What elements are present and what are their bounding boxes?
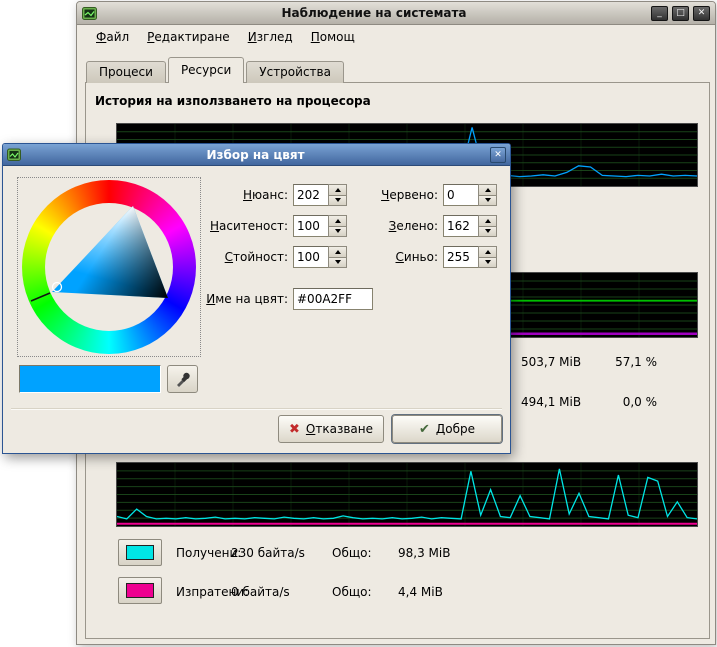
cancel-x-icon: ✖ [289, 422, 300, 437]
sent-total-label: Общо: [332, 585, 372, 599]
color-picker-dialog: Избор на цвят ✕ [2, 143, 511, 454]
memory-used-value: 503,7 MiB [521, 355, 581, 369]
sent-rate: 0 байта/s [231, 585, 290, 599]
tab-strip: Процеси Ресурси Устройства [86, 57, 346, 83]
dialog-titlebar[interactable]: Избор на цвят ✕ [3, 144, 510, 166]
red-label: Червено: [338, 184, 438, 206]
received-rate: 230 байта/s [231, 546, 305, 560]
green-step-down[interactable] [478, 226, 497, 238]
minimize-button[interactable]: _ [651, 6, 668, 21]
blue-step-up[interactable] [478, 246, 497, 257]
green-input[interactable] [443, 215, 478, 237]
green-spinbox [443, 215, 497, 237]
blue-step-down[interactable] [478, 257, 497, 269]
window-title: Наблюдение на системата [101, 6, 647, 20]
saturation-input[interactable] [293, 215, 328, 237]
green-step-up[interactable] [478, 215, 497, 226]
sent-color-button[interactable] [118, 577, 162, 604]
dialog-close-icon: ✕ [494, 150, 502, 160]
ok-button[interactable]: ✔ Добре [392, 415, 502, 443]
ok-check-icon: ✔ [419, 422, 430, 437]
swap-used-value: 494,1 MiB [521, 395, 581, 409]
network-history-chart [116, 462, 698, 527]
maximize-button[interactable]: □ [672, 6, 689, 21]
minimize-icon: _ [657, 7, 662, 20]
blue-input[interactable] [443, 246, 478, 268]
maximize-icon: □ [676, 7, 685, 20]
color-name-label: Име на цвят: [188, 288, 288, 310]
swap-percent-value: 0,0 % [597, 395, 657, 409]
dialog-close-button[interactable]: ✕ [490, 147, 506, 163]
blue-spinbox [443, 246, 497, 268]
dialog-separator [11, 408, 502, 410]
hsv-triangle[interactable] [18, 178, 200, 356]
menubar: Файл Редактиране Изглед Помощ [77, 25, 715, 49]
menu-edit[interactable]: Редактиране [138, 27, 239, 47]
tab-devices[interactable]: Устройства [246, 61, 344, 83]
eyedropper-icon [175, 371, 191, 387]
cancel-button[interactable]: ✖ Отказване [278, 415, 384, 443]
close-icon: ✕ [698, 7, 706, 20]
sent-color-swatch [126, 583, 154, 598]
eyedropper-button[interactable] [167, 365, 198, 393]
app-icon [82, 6, 97, 21]
dialog-body: Нюанс: Червено: Наситеност: Зелено: Стой… [3, 166, 510, 453]
hsv-color-wheel[interactable] [17, 177, 201, 357]
value-input[interactable] [293, 246, 328, 268]
menu-help[interactable]: Помощ [302, 27, 364, 47]
value-label: Стойност: [188, 246, 288, 268]
dialog-app-icon [7, 148, 21, 162]
green-label: Зелено: [338, 215, 438, 237]
dialog-title: Избор на цвят [25, 148, 486, 162]
tab-processes[interactable]: Процеси [86, 61, 166, 83]
received-color-swatch [126, 545, 154, 560]
saturation-label: Наситеност: [188, 215, 288, 237]
received-total: 98,3 MiB [398, 546, 450, 560]
received-total-label: Общо: [332, 546, 372, 560]
color-name-input[interactable] [293, 288, 373, 310]
menu-view[interactable]: Изглед [239, 27, 302, 47]
red-input[interactable] [443, 184, 478, 206]
received-color-button[interactable] [118, 539, 162, 566]
memory-percent-value: 57,1 % [597, 355, 657, 369]
hue-ring-marker [31, 293, 50, 301]
red-step-down[interactable] [478, 195, 497, 207]
menu-file[interactable]: Файл [87, 27, 138, 47]
red-step-up[interactable] [478, 184, 497, 195]
window-titlebar[interactable]: Наблюдение на системата _ □ ✕ [77, 2, 715, 25]
hue-label: Нюанс: [188, 184, 288, 206]
sent-total: 4,4 MiB [398, 585, 443, 599]
red-spinbox [443, 184, 497, 206]
cpu-history-title: История на използването на процесора [95, 94, 371, 108]
hue-input[interactable] [293, 184, 328, 206]
color-preview-swatch [19, 365, 161, 393]
tab-resources[interactable]: Ресурси [168, 57, 244, 83]
blue-label: Синьо: [338, 246, 438, 268]
close-button[interactable]: ✕ [693, 6, 710, 21]
